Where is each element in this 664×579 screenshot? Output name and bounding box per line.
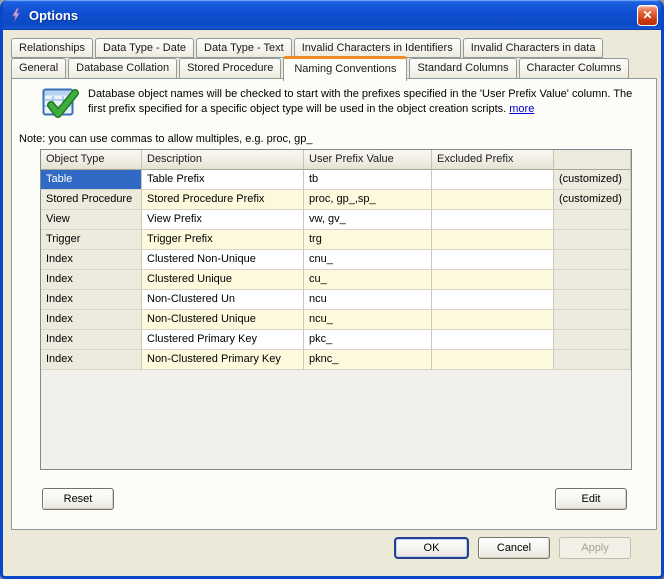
- cell-excluded_prefix[interactable]: [432, 350, 554, 370]
- title-bar[interactable]: Options ✕: [0, 0, 664, 30]
- dialog-footer: OK Cancel Apply: [394, 537, 631, 559]
- table-row: IndexNon-Clustered Primary Keypknc_: [41, 350, 631, 370]
- cell-object_type[interactable]: Index: [41, 250, 142, 270]
- cell-excluded_prefix[interactable]: [432, 310, 554, 330]
- cell-user_prefix_value[interactable]: trg: [304, 230, 432, 250]
- cell-user_prefix_value[interactable]: cu_: [304, 270, 432, 290]
- apply-button[interactable]: Apply: [559, 537, 631, 559]
- cell-object_type[interactable]: Index: [41, 270, 142, 290]
- tab-stored-procedure[interactable]: Stored Procedure: [179, 58, 281, 79]
- cell-user_prefix_value[interactable]: ncu_: [304, 310, 432, 330]
- cell-excluded_prefix[interactable]: [432, 270, 554, 290]
- naming-conventions-table: Object TypeDescriptionUser Prefix ValueE…: [40, 149, 632, 470]
- cell-status: [554, 250, 631, 270]
- column-header-description: Description: [142, 150, 304, 170]
- cell-description[interactable]: Non-Clustered Un: [142, 290, 304, 310]
- cell-status: [554, 270, 631, 290]
- cell-status: (customized): [554, 190, 631, 210]
- column-header-blank: [554, 150, 631, 170]
- tab-general[interactable]: General: [11, 58, 66, 79]
- tab-data-type-date[interactable]: Data Type - Date: [95, 38, 194, 58]
- cell-description[interactable]: Non-Clustered Unique: [142, 310, 304, 330]
- edit-button[interactable]: Edit: [555, 488, 627, 510]
- description-body: Database object names will be checked to…: [88, 88, 632, 115]
- cell-object_type[interactable]: Stored Procedure: [41, 190, 142, 210]
- tab-row-2: GeneralDatabase CollationStored Procedur…: [11, 58, 653, 79]
- tab-row-1: RelationshipsData Type - DateData Type -…: [11, 38, 653, 58]
- close-icon[interactable]: ✕: [637, 5, 658, 26]
- cell-excluded_prefix[interactable]: [432, 230, 554, 250]
- cell-status: [554, 310, 631, 330]
- cell-status: [554, 210, 631, 230]
- table-row: IndexNon-Clustered Uniquencu_: [41, 310, 631, 330]
- options-dialog: Options ✕ RelationshipsData Type - DateD…: [0, 0, 664, 579]
- cell-description[interactable]: Stored Procedure Prefix: [142, 190, 304, 210]
- table-row: IndexClustered Uniquecu_: [41, 270, 631, 290]
- cell-object_type[interactable]: Index: [41, 310, 142, 330]
- table-empty-area: [41, 370, 631, 469]
- cell-user_prefix_value[interactable]: cnu_: [304, 250, 432, 270]
- cell-excluded_prefix[interactable]: [432, 290, 554, 310]
- cell-user_prefix_value[interactable]: tb: [304, 170, 432, 190]
- cell-user_prefix_value[interactable]: proc, gp_,sp_: [304, 190, 432, 210]
- cell-excluded_prefix[interactable]: [432, 190, 554, 210]
- description-text: Database object names will be checked to…: [88, 87, 640, 117]
- naming-conventions-panel: Database object names will be checked to…: [11, 78, 657, 530]
- table-row: TriggerTrigger Prefixtrg: [41, 230, 631, 250]
- cell-excluded_prefix[interactable]: [432, 210, 554, 230]
- table-checked-icon: [42, 88, 80, 120]
- cell-user_prefix_value[interactable]: pkc_: [304, 330, 432, 350]
- table-row: Stored ProcedureStored Procedure Prefixp…: [41, 190, 631, 210]
- cell-description[interactable]: Clustered Primary Key: [142, 330, 304, 350]
- ok-button[interactable]: OK: [394, 537, 469, 559]
- cell-user_prefix_value[interactable]: pknc_: [304, 350, 432, 370]
- cell-description[interactable]: Trigger Prefix: [142, 230, 304, 250]
- cell-excluded_prefix[interactable]: [432, 330, 554, 350]
- reset-button[interactable]: Reset: [42, 488, 114, 510]
- column-header-excluded-prefix: Excluded Prefix: [432, 150, 554, 170]
- table-row: ViewView Prefixvw, gv_: [41, 210, 631, 230]
- cell-status: [554, 330, 631, 350]
- table-row: TableTable Prefixtb (customized): [41, 170, 631, 190]
- table-row: IndexNon-Clustered Unncu: [41, 290, 631, 310]
- tab-relationships[interactable]: Relationships: [11, 38, 93, 58]
- tab-data-type-text[interactable]: Data Type - Text: [196, 38, 292, 58]
- table-row: IndexClustered Non-Uniquecnu_: [41, 250, 631, 270]
- cell-object_type[interactable]: Index: [41, 350, 142, 370]
- cell-status: (customized): [554, 170, 631, 190]
- table-header-row: Object TypeDescriptionUser Prefix ValueE…: [41, 150, 631, 170]
- cell-object_type[interactable]: View: [41, 210, 142, 230]
- more-link[interactable]: more: [509, 103, 534, 115]
- app-lightning-icon: [8, 7, 24, 23]
- tab-invalid-characters-in-identifiers[interactable]: Invalid Characters in Identifiers: [294, 38, 461, 58]
- tab-naming-conventions[interactable]: Naming Conventions: [283, 56, 407, 81]
- cell-user_prefix_value[interactable]: ncu: [304, 290, 432, 310]
- column-header-user-prefix-value: User Prefix Value: [304, 150, 432, 170]
- cell-excluded_prefix[interactable]: [432, 250, 554, 270]
- cell-description[interactable]: Clustered Non-Unique: [142, 250, 304, 270]
- cell-user_prefix_value[interactable]: vw, gv_: [304, 210, 432, 230]
- cell-excluded_prefix[interactable]: [432, 170, 554, 190]
- column-header-object-type: Object Type: [41, 150, 142, 170]
- cell-description[interactable]: View Prefix: [142, 210, 304, 230]
- tab-invalid-characters-in-data[interactable]: Invalid Characters in data: [463, 38, 604, 58]
- cell-object_type[interactable]: Index: [41, 330, 142, 350]
- cell-description[interactable]: Table Prefix: [142, 170, 304, 190]
- cell-object_type[interactable]: Index: [41, 290, 142, 310]
- tab-database-collation[interactable]: Database Collation: [68, 58, 177, 79]
- cell-object_type[interactable]: Trigger: [41, 230, 142, 250]
- cell-status: [554, 290, 631, 310]
- cell-status: [554, 350, 631, 370]
- note-text: Note: you can use commas to allow multip…: [19, 133, 312, 145]
- cell-description[interactable]: Clustered Unique: [142, 270, 304, 290]
- cancel-button[interactable]: Cancel: [478, 537, 550, 559]
- cell-object_type[interactable]: Table: [41, 170, 142, 190]
- table-row: IndexClustered Primary Keypkc_: [41, 330, 631, 350]
- cell-description[interactable]: Non-Clustered Primary Key: [142, 350, 304, 370]
- cell-status: [554, 230, 631, 250]
- tab-standard-columns[interactable]: Standard Columns: [409, 58, 516, 79]
- tab-character-columns[interactable]: Character Columns: [519, 58, 630, 79]
- window-title: Options: [29, 8, 637, 23]
